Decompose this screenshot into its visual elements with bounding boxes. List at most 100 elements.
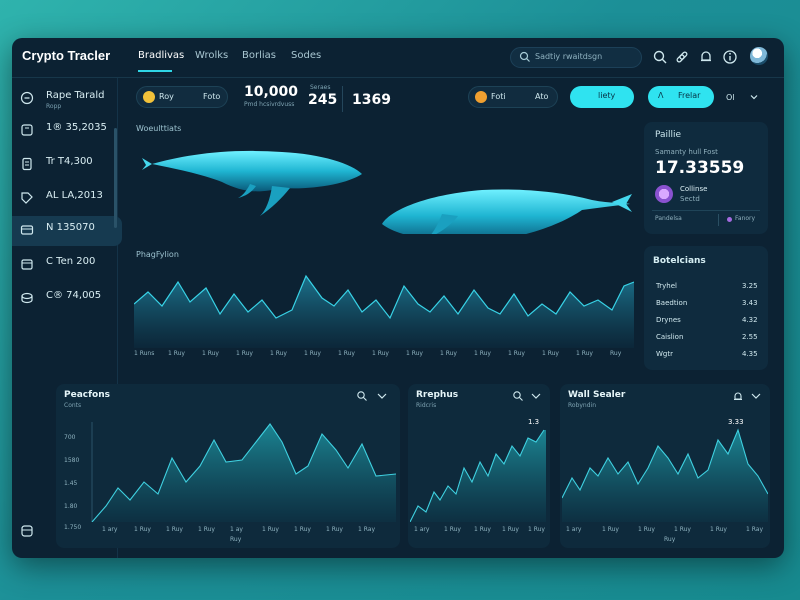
coin-selector-2[interactable]: Foti Ato (468, 86, 558, 108)
x-tick: 1 Ruy (440, 350, 457, 357)
x-axis-footer: Ruy (230, 536, 242, 543)
sidebar-item-4[interactable]: N 135070 (12, 216, 122, 246)
sidebar-item-label: Rape Tarald (46, 90, 105, 101)
filter-button-icon: Λ (658, 91, 664, 100)
sidebar-scrollbar[interactable] (114, 128, 117, 228)
settings-icon[interactable] (20, 524, 34, 538)
options-dropdown[interactable]: Ol (726, 93, 735, 102)
search-icon[interactable] (652, 49, 668, 65)
detail-label: Drynes (656, 316, 681, 324)
coin-selector[interactable]: Roy Foto (136, 86, 228, 108)
panel-subtitle: Conts (64, 402, 82, 409)
x-tick: 1 Ruy (372, 350, 389, 357)
primary-button[interactable]: liety (570, 86, 634, 108)
tab-sodes[interactable]: Sodes (291, 50, 321, 61)
divider (342, 86, 343, 112)
coin-name: Roy (159, 92, 174, 101)
x-tick: 1 Ruy (326, 526, 343, 533)
rrephus-panel: Rrephus Ridcris 1.3 1 ary 1 Ruy 1 Ruy 1 … (408, 384, 550, 548)
sidebar-item-label: AL LA,2013 (46, 190, 103, 201)
dashboard-icon (20, 91, 34, 105)
y-tick: 1580 (64, 457, 80, 464)
x-tick: 1 Ruy (542, 350, 559, 357)
x-tick: 1 Ruy (710, 526, 727, 533)
coin-name: Foti (491, 92, 506, 101)
sidebar-item-3[interactable]: AL LA,2013 (12, 184, 118, 214)
search-icon[interactable] (512, 390, 524, 402)
tab-wrolks[interactable]: Wrolks (195, 50, 228, 61)
sidebar-item-label: Tr T4,300 (46, 156, 93, 167)
price-x-axis: 1 Runs 1 Ruy 1 Ruy 1 Ruy 1 Ruy 1 Ruy 1 R… (134, 350, 634, 360)
x-tick: 1 Ruy (168, 350, 185, 357)
bell-icon[interactable] (698, 49, 714, 65)
stat-volume: 10,000 (244, 84, 299, 100)
peak-label: 1.3 (528, 418, 540, 426)
x-tick: 1 Ruy (294, 526, 311, 533)
coin-value: Ato (535, 92, 549, 101)
coin-icon (475, 91, 487, 103)
y-tick: 1.45 (64, 480, 78, 487)
chevron-down-icon[interactable] (530, 390, 542, 402)
sidebar-item-1[interactable]: 1® 35,2035 (12, 116, 118, 146)
x-tick: 1 Ruy (236, 350, 253, 357)
filter-button[interactable]: Λ Frelar (648, 86, 714, 108)
balance-card-subtitle: Samanty hull Fost (655, 148, 718, 156)
detail-value: 3.43 (742, 299, 758, 307)
x-tick: 1 Ruy (406, 350, 423, 357)
x-axis-footer: Ruy (664, 536, 676, 543)
bell-icon[interactable] (732, 390, 744, 402)
search-icon[interactable] (356, 390, 368, 402)
wall-sealer-area-chart (562, 428, 768, 522)
x-tick: 1 Ruy (270, 350, 287, 357)
stat-volume-label: Pmd hcsivrdvuss (244, 101, 295, 108)
coin-icon (143, 91, 155, 103)
user-avatar[interactable] (750, 47, 768, 65)
app-window: Crypto Tracler Bradlivas Wrolks Borlias … (12, 38, 784, 558)
chevron-down-icon[interactable] (750, 390, 762, 402)
search-icon (519, 51, 530, 62)
search-input[interactable]: Sadtiy rwaitdsgn (510, 47, 642, 68)
x-tick: 1 Ruy (444, 526, 461, 533)
card-footer-left[interactable]: Pandelsa (655, 215, 682, 222)
x-tick: 1 Ruy (134, 526, 151, 533)
chevron-down-icon[interactable] (376, 390, 388, 402)
balance-value: 17.33559 (655, 158, 745, 178)
x-tick: 1 Ruy (202, 350, 219, 357)
panel-title: Wall Sealer (568, 390, 626, 400)
sidebar-item-label: 1® 35,2035 (46, 122, 107, 133)
x-tick: Ruy (610, 350, 622, 357)
sidebar-item-2[interactable]: Tr T4,300 (12, 150, 118, 180)
wallet-icon (21, 124, 33, 136)
top-bar: Crypto Tracler Bradlivas Wrolks Borlias … (12, 38, 784, 78)
card-footer-right[interactable]: Fanory (735, 215, 755, 222)
user-sub: Sectd (680, 195, 700, 203)
x-tick: 1 Ray (746, 526, 763, 533)
price-section-title: PhagFylion (136, 250, 179, 259)
x-tick: 1 Ruy (474, 350, 491, 357)
details-title: Botelcians (653, 256, 706, 266)
sidebar-item-label: N 135070 (46, 222, 95, 233)
chevron-down-icon[interactable] (750, 93, 758, 101)
x-tick: 1 ary (414, 526, 430, 533)
tag-icon (21, 192, 33, 204)
tab-borlias[interactable]: Borlias (242, 50, 276, 61)
divider (718, 214, 719, 226)
x-tick: 1 ary (102, 526, 118, 533)
peacfons-panel: Peacfons Conts 700 1580 1.45 1.80 1.750 … (56, 384, 400, 548)
status-dot (727, 217, 732, 222)
active-tab-indicator (138, 70, 172, 72)
x-tick: 1 Ruy (638, 526, 655, 533)
sidebar-item-label: C® 74,005 (46, 290, 102, 301)
sidebar-item-5[interactable]: C Ten 200 (12, 250, 118, 280)
x-tick: 1 Ruy (508, 350, 525, 357)
x-tick: 1 Ruy (576, 350, 593, 357)
sidebar-item-rape-tarald[interactable]: Rape Tarald Ropp (12, 84, 118, 114)
link-icon[interactable] (674, 49, 690, 65)
panel-title: Peacfons (64, 390, 110, 400)
info-icon[interactable] (722, 49, 738, 65)
tab-bradlivas[interactable]: Bradlivas (138, 50, 184, 61)
app-title: Crypto Tracler (22, 48, 111, 63)
panel-title: Rrephus (416, 390, 459, 400)
sidebar-item-6[interactable]: C® 74,005 (12, 284, 118, 314)
sidebar-item-sublabel: Ropp (46, 103, 62, 110)
